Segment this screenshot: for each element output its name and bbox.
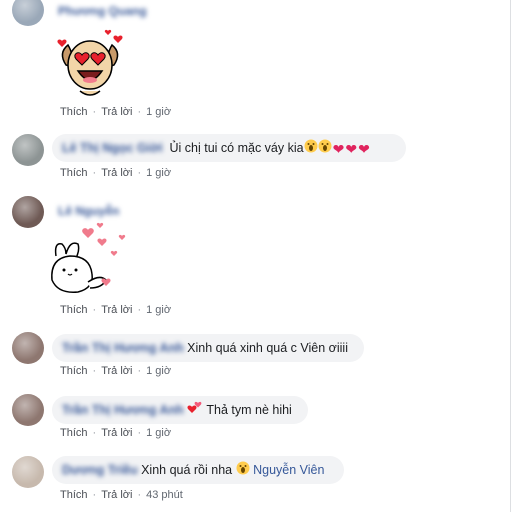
like-link[interactable]: Thích: [60, 427, 88, 439]
commenter-name[interactable]: Trần Thị Hương Anh: [62, 396, 184, 424]
screaming-face-icon: [304, 135, 318, 163]
comment-actions: Thích · Trả lời · 1 giờ: [60, 106, 172, 118]
avatar[interactable]: [12, 196, 44, 228]
red-heart-icon: ❤: [345, 140, 358, 157]
like-link[interactable]: Thích: [60, 304, 88, 316]
comment-4: Trần Thị Hương Anh Xinh quá xinh quá c V…: [0, 330, 505, 380]
red-heart-icon: ❤: [358, 140, 370, 157]
comment-bubble: Trần Thị Hương Anh Thả tym nè hihi: [52, 396, 308, 424]
comment-time[interactable]: 1 giờ: [146, 106, 171, 118]
avatar[interactable]: [12, 456, 44, 488]
scroll-divider: [510, 0, 511, 512]
avatar[interactable]: [12, 332, 44, 364]
avatar[interactable]: [12, 0, 44, 26]
comment-text: Ủi chị tui có mặc váy kia: [169, 141, 304, 155]
two-hearts-icon: [187, 397, 203, 425]
comment-actions: Thích · Trả lời · 1 giờ: [60, 427, 172, 439]
reply-link[interactable]: Trả lời: [101, 304, 132, 316]
like-link[interactable]: Thích: [60, 365, 88, 377]
comment-bubble: Lê Thị Ngọc Giời Ủi chị tui có mặc váy k…: [52, 134, 406, 162]
comment-text: Xinh quá rồi nha: [141, 463, 233, 477]
sticker-dog-heart-eyes: [54, 27, 126, 99]
commenter-name[interactable]: Lê Thị Ngọc Giời: [62, 134, 163, 162]
comment-bubble: Trần Thị Hương Anh Xinh quá xinh quá c V…: [52, 334, 364, 362]
comment-time[interactable]: 1 giờ: [146, 365, 171, 377]
commenter-name[interactable]: Lê Nguyễn: [58, 204, 119, 218]
like-link[interactable]: Thích: [60, 489, 88, 501]
reply-link[interactable]: Trả lời: [101, 167, 132, 179]
reply-link[interactable]: Trả lời: [101, 489, 132, 501]
red-heart-icon: ❤: [332, 140, 345, 157]
avatar[interactable]: [12, 134, 44, 166]
comment-6: Dương Triều Xinh quá rồi nha Nguyễn Viên…: [0, 454, 505, 510]
like-link[interactable]: Thích: [60, 167, 88, 179]
comment-bubble: Dương Triều Xinh quá rồi nha Nguyễn Viên: [52, 456, 344, 484]
screaming-face-icon: [236, 457, 250, 485]
reply-link[interactable]: Trả lời: [101, 365, 132, 377]
comment-actions: Thích · Trả lời · 1 giờ: [60, 365, 172, 377]
commenter-name[interactable]: Phương Quang: [58, 4, 147, 18]
commenter-name[interactable]: Trần Thị Hương Anh: [62, 334, 184, 362]
comment-time[interactable]: 43 phút: [146, 489, 183, 501]
like-link[interactable]: Thích: [60, 106, 88, 118]
comment-time[interactable]: 1 giờ: [146, 167, 171, 179]
reply-link[interactable]: Trả lời: [101, 106, 132, 118]
comment-actions: Thích · Trả lời · 1 giờ: [60, 167, 172, 179]
tagged-user-link[interactable]: Nguyễn Viên: [253, 463, 324, 477]
comment-time[interactable]: 1 giờ: [146, 427, 171, 439]
comment-2: Lê Thị Ngọc Giời Ủi chị tui có mặc váy k…: [0, 132, 505, 182]
comment-actions: Thích · Trả lời · 43 phút: [60, 489, 183, 501]
commenter-name[interactable]: Dương Triều: [62, 456, 138, 484]
comment-5: Trần Thị Hương Anh Thả tym nè hihi Thích…: [0, 392, 505, 442]
comment-1: Phương Quang Thích · Trả lời · 1 giờ: [0, 0, 505, 120]
reply-link[interactable]: Trả lời: [101, 427, 132, 439]
comment-actions: Thích · Trả lời · 1 giờ: [60, 304, 172, 316]
comment-text: Thả tym nè hihi: [206, 403, 292, 417]
avatar[interactable]: [12, 394, 44, 426]
comment-text: Xinh quá xinh quá c Viên ơiiii: [187, 341, 348, 355]
sticker-bunny-hearts: [48, 222, 132, 298]
comment-3: Lê Nguyễn Thích · Trả lời · 1 giờ: [0, 194, 505, 324]
comment-time[interactable]: 1 giờ: [146, 304, 171, 316]
screaming-face-icon: [318, 135, 332, 163]
